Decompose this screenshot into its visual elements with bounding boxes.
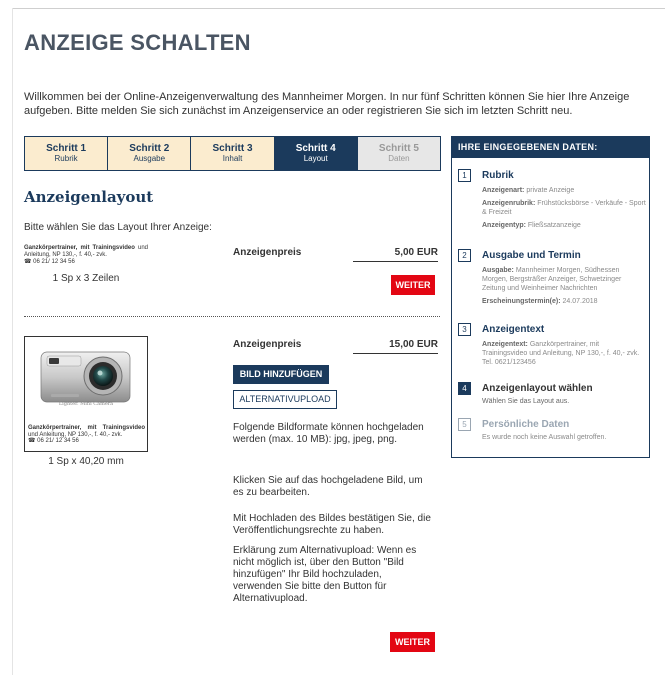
weiter-button[interactable]: WEITER — [390, 632, 435, 652]
step-3-inhalt[interactable]: Schritt 3 Inhalt — [191, 137, 275, 170]
sidebar-item-title: Persönliche Daten — [482, 419, 570, 430]
sidebar-item-title: Ausgabe und Termin — [482, 250, 581, 261]
price-label: Anzeigenpreis — [233, 339, 302, 350]
image-edit-info: Klicken Sie auf das hochgeladene Bild, u… — [233, 475, 423, 498]
sidebar-note: Wählen Sie das Layout aus. — [482, 398, 570, 405]
sidebar-item-persoenliche-daten: 5 Persönliche Daten Es wurde noch keine … — [458, 418, 646, 442]
step-title: Schritt 4 — [295, 143, 336, 154]
step-title: Schritt 3 — [212, 143, 253, 154]
step-2-ausgabe[interactable]: Schritt 2 Ausgabe — [108, 137, 192, 170]
sidebar-detail: Anzeigentext: Ganzkörpertrainer, mit Tra… — [482, 341, 640, 366]
ad-preview-phone: ☎ 06 21/ 12 34 56 — [24, 259, 75, 265]
step-5-daten: Schritt 5 Daten — [357, 137, 441, 170]
ad-size-label: 1 Sp x 40,20 mm — [48, 456, 124, 467]
sidebar-item-layout: 4 Anzeigenlayout wählen Wählen Sie das L… — [458, 382, 646, 406]
intro-text: Willkommen bei der Online-Anzeigenverwal… — [24, 91, 630, 117]
top-divider — [12, 8, 665, 9]
sidebar-detail: Anzeigenart: private Anzeige — [482, 187, 575, 194]
sidebar-item-title: Rubrik — [482, 170, 514, 181]
step-subtitle: Inhalt — [222, 154, 243, 163]
ad-size-label: 1 Sp x 3 Zeilen — [52, 273, 120, 284]
sidebar-item-title: Anzeigentext — [482, 324, 545, 335]
step-title: Schritt 1 — [46, 143, 87, 154]
sidebar-item-anzeigentext[interactable]: 3 Anzeigentext Anzeigentext: Ganzkörpert… — [458, 323, 646, 367]
step-number-badge: 5 — [458, 418, 471, 431]
add-image-button[interactable]: BILD HINZUFÜGEN — [233, 365, 329, 384]
option-divider — [24, 316, 440, 317]
photo-caption: Lighter. Mini Camera — [58, 401, 114, 407]
price-value: 5,00 EUR — [353, 247, 438, 262]
sidebar-note: Es wurde noch keine Auswahl getroffen. — [482, 434, 607, 441]
step-subtitle: Layout — [303, 154, 328, 163]
step-title: Schritt 2 — [129, 143, 170, 154]
image-formats-info: Folgende Bildformate können hochgeladen … — [233, 422, 424, 445]
sidebar-detail: Ausgabe: Mannheimer Morgen, Südhessen Mo… — [482, 267, 622, 292]
ad-preview-phone: ☎ 06 21/ 12 34 56 — [28, 438, 79, 444]
rights-info: Mit Hochladen des Bildes bestätigen Sie,… — [233, 513, 431, 536]
price-label: Anzeigenpreis — [233, 247, 302, 258]
camera-photo — [40, 351, 131, 403]
alternative-upload-button[interactable]: ALTERNATIVUPLOAD — [233, 390, 337, 409]
ad-preview-headline: Ganzkörpertrainer, mit Trainingsvideo — [28, 425, 145, 431]
sidebar-item-title: Anzeigenlayout wählen — [482, 383, 593, 394]
price-value: 15,00 EUR — [353, 339, 438, 354]
sidebar-item-rubrik[interactable]: 1 Rubrik Anzeigenart: private Anzeige An… — [458, 169, 646, 230]
step-subtitle: Daten — [388, 154, 410, 163]
ad-image-text: Ganzkörpertrainer, mit Trainingsvideo un… — [28, 425, 145, 445]
step-title: Schritt 5 — [378, 143, 419, 154]
sidebar-detail: Anzeigenrubrik: Frühstücksbörse - Verkäu… — [482, 200, 646, 216]
step-navigation: Schritt 1 Rubrik Schritt 2 Ausgabe Schri… — [24, 136, 441, 171]
sidebar-detail: Anzeigentyp: Fließsatzanzeige — [482, 222, 581, 229]
step-subtitle: Ausgabe — [133, 154, 166, 163]
page-title: ANZEIGE SCHALTEN — [24, 30, 251, 55]
ad-preview-body: und Anleitung, NP 130,-, f. 40,- zvk. — [28, 431, 123, 438]
step-number-badge: 3 — [458, 323, 471, 336]
step-1-rubrik[interactable]: Schritt 1 Rubrik — [25, 137, 109, 170]
step-subtitle: Rubrik — [54, 154, 78, 163]
ad-preview-headline: Ganzkörpertrainer, mit Trainingsvideo — [24, 245, 135, 251]
entered-data-sidebar: IHRE EINGEGEBENEN DATEN: 1 Rubrik Anzeig… — [451, 136, 650, 458]
left-divider — [12, 8, 13, 675]
step-number-badge: 2 — [458, 249, 471, 262]
ad-preview-text-only[interactable]: Ganzkörpertrainer, mit Trainingsvideo un… — [24, 245, 148, 266]
weiter-button[interactable]: WEITER — [391, 275, 435, 295]
step-number-badge: 4 — [458, 382, 471, 395]
step-4-layout[interactable]: Schritt 4 Layout — [274, 137, 358, 170]
alternative-upload-info: Erklärung zum Alternativupload: Wenn es … — [233, 545, 417, 604]
layout-heading: Anzeigenlayout — [24, 188, 154, 206]
sidebar-header: IHRE EINGEGEBENEN DATEN: — [452, 137, 649, 158]
step-number-badge: 1 — [458, 169, 471, 182]
sidebar-item-ausgabe[interactable]: 2 Ausgabe und Termin Ausgabe: Mannheimer… — [458, 249, 646, 306]
layout-prompt: Bitte wählen Sie das Layout Ihrer Anzeig… — [24, 222, 212, 233]
sidebar-detail: Erscheinungstermin(e): 24.07.2018 — [482, 298, 598, 305]
